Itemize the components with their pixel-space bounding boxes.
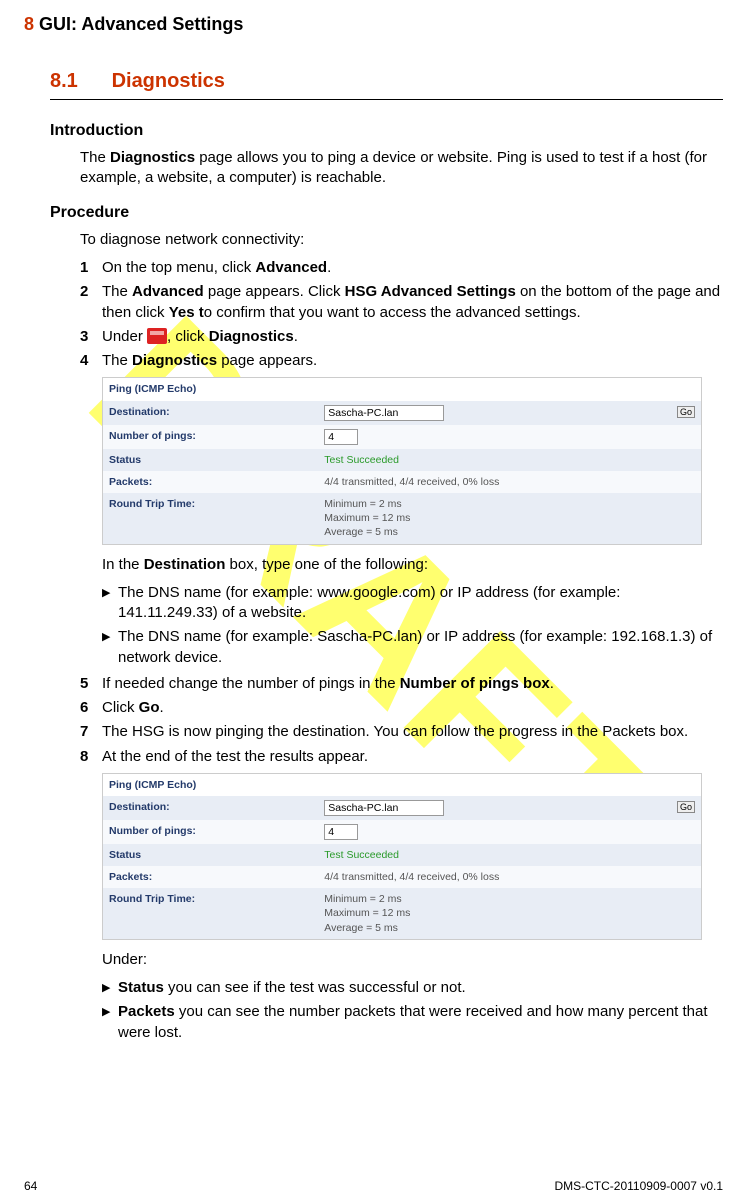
go-button[interactable]: Go bbox=[677, 406, 695, 418]
step-5: 5 If needed change the number of pings i… bbox=[80, 674, 723, 694]
step-4: 4 The Diagnostics page appears. bbox=[80, 351, 723, 371]
row-status: Status Test Succeeded bbox=[103, 844, 701, 866]
step-1: 1 On the top menu, click Advanced. bbox=[80, 258, 723, 278]
triangle-icon: ▶ bbox=[102, 627, 118, 668]
row-pings: Number of pings: bbox=[103, 820, 701, 844]
step-7: 7 The HSG is now pinging the destination… bbox=[80, 722, 723, 742]
section-rule bbox=[50, 99, 723, 100]
step-6: 6 Click Go. bbox=[80, 698, 723, 718]
rtt-label: Round Trip Time: bbox=[103, 888, 318, 939]
under-item-packets: ▶Packets you can see the number packets … bbox=[102, 1002, 723, 1043]
step-8: 8 At the end of the test the results app… bbox=[80, 747, 723, 767]
pings-label: Number of pings: bbox=[103, 820, 318, 844]
intro-paragraph: The Diagnostics page allows you to ping … bbox=[80, 148, 723, 189]
chapter-title: 8 GUI: Advanced Settings bbox=[24, 12, 723, 36]
step-2: 2 The Advanced page appears. Click HSG A… bbox=[80, 282, 723, 323]
pings-label: Number of pings: bbox=[103, 425, 318, 449]
packets-label: Packets: bbox=[103, 471, 318, 493]
rtt-value: Minimum = 2 ms Maximum = 12 ms Average =… bbox=[318, 888, 701, 939]
ping-header: Ping (ICMP Echo) bbox=[103, 378, 701, 400]
triangle-icon: ▶ bbox=[102, 1002, 118, 1043]
doc-id: DMS-CTC-20110909-0007 v0.1 bbox=[554, 1178, 723, 1194]
under-label: Under: bbox=[102, 950, 723, 970]
row-destination: Destination: Go bbox=[103, 796, 701, 820]
ping-table: Destination: Go Number of pings: Status … bbox=[103, 401, 701, 544]
rtt-label: Round Trip Time: bbox=[103, 493, 318, 544]
dest-cell bbox=[318, 401, 671, 425]
go-button[interactable]: Go bbox=[677, 801, 695, 813]
status-value: Test Succeeded bbox=[318, 449, 701, 471]
section-number: 8.1 bbox=[50, 68, 106, 95]
packets-value: 4/4 transmitted, 4/4 received, 0% loss bbox=[318, 471, 701, 493]
intro-heading: Introduction bbox=[50, 120, 723, 142]
steps-list-2: 5 If needed change the number of pings i… bbox=[80, 674, 723, 767]
dest-sublist: ▶The DNS name (for example: www.google.c… bbox=[102, 583, 723, 668]
procedure-heading: Procedure bbox=[50, 202, 723, 224]
under-sublist: ▶Status you can see if the test was succ… bbox=[102, 978, 723, 1043]
sub-item-2: ▶The DNS name (for example: Sascha-PC.la… bbox=[102, 627, 723, 668]
toolbox-icon bbox=[147, 328, 167, 344]
under-item-status: ▶Status you can see if the test was succ… bbox=[102, 978, 723, 998]
section-title: 8.1 Diagnostics bbox=[50, 68, 723, 95]
ping-screenshot-1: Ping (ICMP Echo) Destination: Go Number … bbox=[102, 377, 702, 544]
status-value: Test Succeeded bbox=[318, 844, 701, 866]
chapter-number: 8 bbox=[24, 14, 34, 34]
row-destination: Destination: Go bbox=[103, 401, 701, 425]
section-name: Diagnostics bbox=[112, 70, 225, 92]
status-label: Status bbox=[103, 449, 318, 471]
go-cell: Go bbox=[671, 401, 701, 425]
dest-label: Destination: bbox=[103, 796, 318, 820]
pings-input[interactable] bbox=[324, 824, 358, 840]
page-number: 64 bbox=[24, 1178, 37, 1194]
page-content: 8 GUI: Advanced Settings 8.1 Diagnostics… bbox=[0, 0, 747, 1043]
status-label: Status bbox=[103, 844, 318, 866]
destination-input[interactable] bbox=[324, 405, 444, 421]
row-packets: Packets: 4/4 transmitted, 4/4 received, … bbox=[103, 866, 701, 888]
pings-input[interactable] bbox=[324, 429, 358, 445]
dest-label: Destination: bbox=[103, 401, 318, 425]
row-rtt: Round Trip Time: Minimum = 2 ms Maximum … bbox=[103, 493, 701, 544]
row-pings: Number of pings: bbox=[103, 425, 701, 449]
rtt-value: Minimum = 2 ms Maximum = 12 ms Average =… bbox=[318, 493, 701, 544]
chapter-name: GUI: Advanced Settings bbox=[39, 14, 243, 34]
step-3: 3 Under , click Diagnostics. bbox=[80, 327, 723, 347]
steps-list: 1 On the top menu, click Advanced. 2 The… bbox=[80, 258, 723, 371]
row-packets: Packets: 4/4 transmitted, 4/4 received, … bbox=[103, 471, 701, 493]
row-rtt: Round Trip Time: Minimum = 2 ms Maximum … bbox=[103, 888, 701, 939]
packets-value: 4/4 transmitted, 4/4 received, 0% loss bbox=[318, 866, 701, 888]
sub-item-1: ▶The DNS name (for example: www.google.c… bbox=[102, 583, 723, 624]
destination-input[interactable] bbox=[324, 800, 444, 816]
ping-screenshot-2: Ping (ICMP Echo) Destination: Go Number … bbox=[102, 773, 702, 940]
ping-table: Destination: Go Number of pings: Status … bbox=[103, 796, 701, 939]
ping-header: Ping (ICMP Echo) bbox=[103, 774, 701, 796]
triangle-icon: ▶ bbox=[102, 978, 118, 998]
triangle-icon: ▶ bbox=[102, 583, 118, 624]
procedure-lead: To diagnose network connectivity: bbox=[80, 230, 723, 250]
packets-label: Packets: bbox=[103, 866, 318, 888]
page-footer: 64 DMS-CTC-20110909-0007 v0.1 bbox=[24, 1178, 723, 1194]
step4-post: In the Destination box, type one of the … bbox=[102, 555, 723, 575]
row-status: Status Test Succeeded bbox=[103, 449, 701, 471]
